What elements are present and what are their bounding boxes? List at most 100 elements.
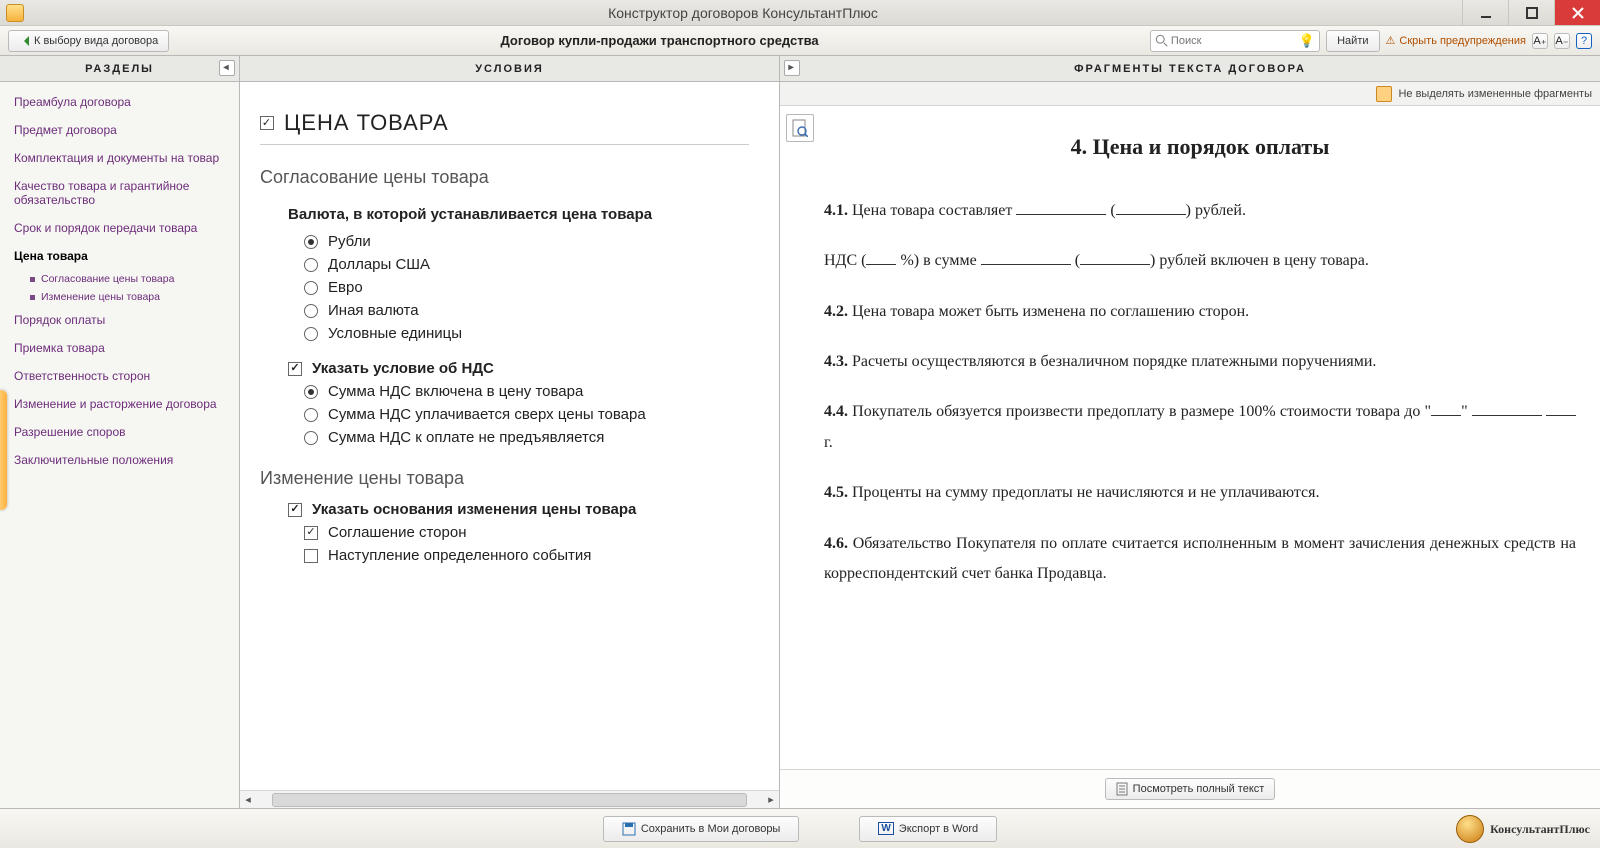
sidebar-item[interactable]: Разрешение споров <box>0 418 239 446</box>
titlebar: Конструктор договоров КонсультантПлюс <box>0 0 1600 26</box>
sidebar-item[interactable]: Порядок оплаты <box>0 306 239 334</box>
clause-4-4: 4.4. Покупатель обязуется произвести пре… <box>824 397 1576 458</box>
window-title: Конструктор договоров КонсультантПлюс <box>24 5 1462 21</box>
sections-header: РАЗДЕЛЫ ◂ <box>0 56 239 82</box>
radio-icon <box>304 327 318 341</box>
sidebar-item[interactable]: Комплектация и документы на товар <box>0 144 239 172</box>
font-decrease-button[interactable]: A₋ <box>1554 33 1570 49</box>
vat-option-included[interactable]: Сумма НДС включена в цену товара <box>304 383 749 400</box>
clause-4-3: 4.3. Расчеты осуществляются в безналично… <box>824 347 1576 377</box>
sections-list: Преамбула договора Предмет договора Комп… <box>0 82 239 480</box>
radio-icon <box>304 304 318 318</box>
sidebar-item[interactable]: Заключительные положения <box>0 446 239 474</box>
sidebar-item-current[interactable]: Цена товара <box>0 242 239 270</box>
checkbox-icon[interactable] <box>260 116 274 130</box>
checkbox-icon <box>304 549 318 563</box>
currency-option-eur[interactable]: Евро <box>304 279 749 296</box>
change-option-event[interactable]: Наступление определенного события <box>304 547 749 564</box>
maximize-icon <box>1526 7 1538 19</box>
search-box[interactable]: 💡 <box>1150 30 1320 52</box>
radio-icon <box>304 235 318 249</box>
toolbar: К выбору вида договора Договор купли-про… <box>0 26 1600 56</box>
search-icon <box>1155 34 1169 48</box>
clause-nds: НДС ( %) в сумме () рублей включен в цен… <box>824 246 1576 276</box>
conditions-scroll[interactable]: ЦЕНА ТОВАРА Согласование цены товара Вал… <box>240 82 779 790</box>
currency-option-units[interactable]: Условные единицы <box>304 325 749 342</box>
conditions-hscroll[interactable]: ◂ ▸ <box>240 790 779 808</box>
highlight-toggle-icon[interactable] <box>1376 86 1392 102</box>
vat-option-none[interactable]: Сумма НДС к оплате не предъявляется <box>304 429 749 446</box>
document-icon <box>1116 782 1128 796</box>
fragments-body[interactable]: 4. Цена и порядок оплаты 4.1. Цена товар… <box>780 106 1600 769</box>
radio-icon <box>304 258 318 272</box>
brand: КонсультантПлюс <box>1456 815 1590 843</box>
back-label: К выбору вида договора <box>34 35 158 47</box>
clause-4-6: 4.6. Обязательство Покупателя по оплате … <box>824 529 1576 590</box>
collapse-fragments-button[interactable]: ▸ <box>784 60 800 76</box>
checkbox-icon <box>304 526 318 540</box>
collapse-sidebar-button[interactable]: ◂ <box>219 60 235 76</box>
highlight-icon[interactable]: 💡 <box>1299 33 1315 49</box>
save-icon <box>622 822 636 836</box>
clause-4-2: 4.2. Цена товара может быть изменена по … <box>824 297 1576 327</box>
zoom-icon <box>792 119 808 137</box>
clause-4-5: 4.5. Проценты на сумму предоплаты не нач… <box>824 478 1576 508</box>
vat-option-extra[interactable]: Сумма НДС уплачивается сверх цены товара <box>304 406 749 423</box>
currency-question: Валюта, в которой устанавливается цена т… <box>288 206 749 223</box>
sidebar-item[interactable]: Преамбула договора <box>0 88 239 116</box>
sidebar-item[interactable]: Качество товара и гарантийное обязательс… <box>0 172 239 214</box>
currency-option-usd[interactable]: Доллары США <box>304 256 749 273</box>
radio-icon <box>304 281 318 295</box>
sidebar-item[interactable]: Приемка товара <box>0 334 239 362</box>
close-button[interactable] <box>1554 0 1600 25</box>
brand-icon <box>1456 815 1484 843</box>
conditions-panel: УСЛОВИЯ ЦЕНА ТОВАРА Согласование цены то… <box>240 56 780 808</box>
sections-sidebar: РАЗДЕЛЫ ◂ Преамбула договора Предмет дог… <box>0 56 240 808</box>
hide-warnings-label: Скрыть предупреждения <box>1399 35 1526 47</box>
app-icon <box>6 4 24 22</box>
section-price-agree: Согласование цены товара <box>260 167 749 188</box>
fragments-header: ▸ ФРАГМЕНТЫ ТЕКСТА ДОГОВОРА <box>780 56 1600 82</box>
save-button[interactable]: Сохранить в Мои договоры <box>603 816 800 842</box>
section-price-change: Изменение цены товара <box>260 468 749 489</box>
radio-icon <box>304 431 318 445</box>
bottom-bar: Сохранить в Мои договоры W Экспорт в Wor… <box>0 808 1600 848</box>
close-icon <box>1572 7 1584 19</box>
contract-title: Договор купли-продажи транспортного сред… <box>177 33 1142 48</box>
scroll-thumb[interactable] <box>272 793 747 807</box>
scroll-right-icon[interactable]: ▸ <box>763 792 779 808</box>
view-full-text-button[interactable]: Посмотреть полный текст <box>1105 778 1276 800</box>
side-tab-handle[interactable] <box>0 390 7 510</box>
conditions-header: УСЛОВИЯ <box>240 56 779 82</box>
checkbox-icon <box>288 362 302 376</box>
sidebar-item[interactable]: Срок и порядок передачи товара <box>0 214 239 242</box>
sidebar-subitem[interactable]: Согласование цены товара <box>0 270 239 288</box>
help-button[interactable]: ? <box>1576 33 1592 49</box>
scroll-left-icon[interactable]: ◂ <box>240 792 256 808</box>
clause-4-1: 4.1. Цена товара составляет () рублей. <box>824 196 1576 226</box>
zoom-button[interactable] <box>786 114 814 142</box>
hide-warnings-link[interactable]: ⚠ Скрыть предупреждения <box>1386 34 1527 47</box>
change-option-agreement[interactable]: Соглашение сторон <box>304 524 749 541</box>
arrow-left-icon <box>19 36 29 46</box>
change-basis-checkbox[interactable]: Указать основания изменения цены товара <box>288 501 749 518</box>
sidebar-item[interactable]: Изменение и расторжение договора <box>0 390 239 418</box>
find-button[interactable]: Найти <box>1326 30 1379 52</box>
search-input[interactable] <box>1169 34 1299 48</box>
maximize-button[interactable] <box>1508 0 1554 25</box>
radio-icon <box>304 385 318 399</box>
export-word-button[interactable]: W Экспорт в Word <box>859 816 997 842</box>
warning-icon: ⚠ <box>1386 34 1396 47</box>
no-highlight-label[interactable]: Не выделять измененные фрагменты <box>1398 88 1592 100</box>
font-increase-button[interactable]: A₊ <box>1532 33 1548 49</box>
currency-option-rub[interactable]: Рубли <box>304 233 749 250</box>
sidebar-item[interactable]: Предмет договора <box>0 116 239 144</box>
minimize-button[interactable] <box>1462 0 1508 25</box>
radio-icon <box>304 408 318 422</box>
sidebar-item[interactable]: Ответственность сторон <box>0 362 239 390</box>
currency-option-other[interactable]: Иная валюта <box>304 302 749 319</box>
conditions-title: ЦЕНА ТОВАРА <box>260 110 749 145</box>
back-button[interactable]: К выбору вида договора <box>8 30 169 52</box>
sidebar-subitem[interactable]: Изменение цены товара <box>0 288 239 306</box>
vat-checkbox[interactable]: Указать условие об НДС <box>288 360 749 377</box>
